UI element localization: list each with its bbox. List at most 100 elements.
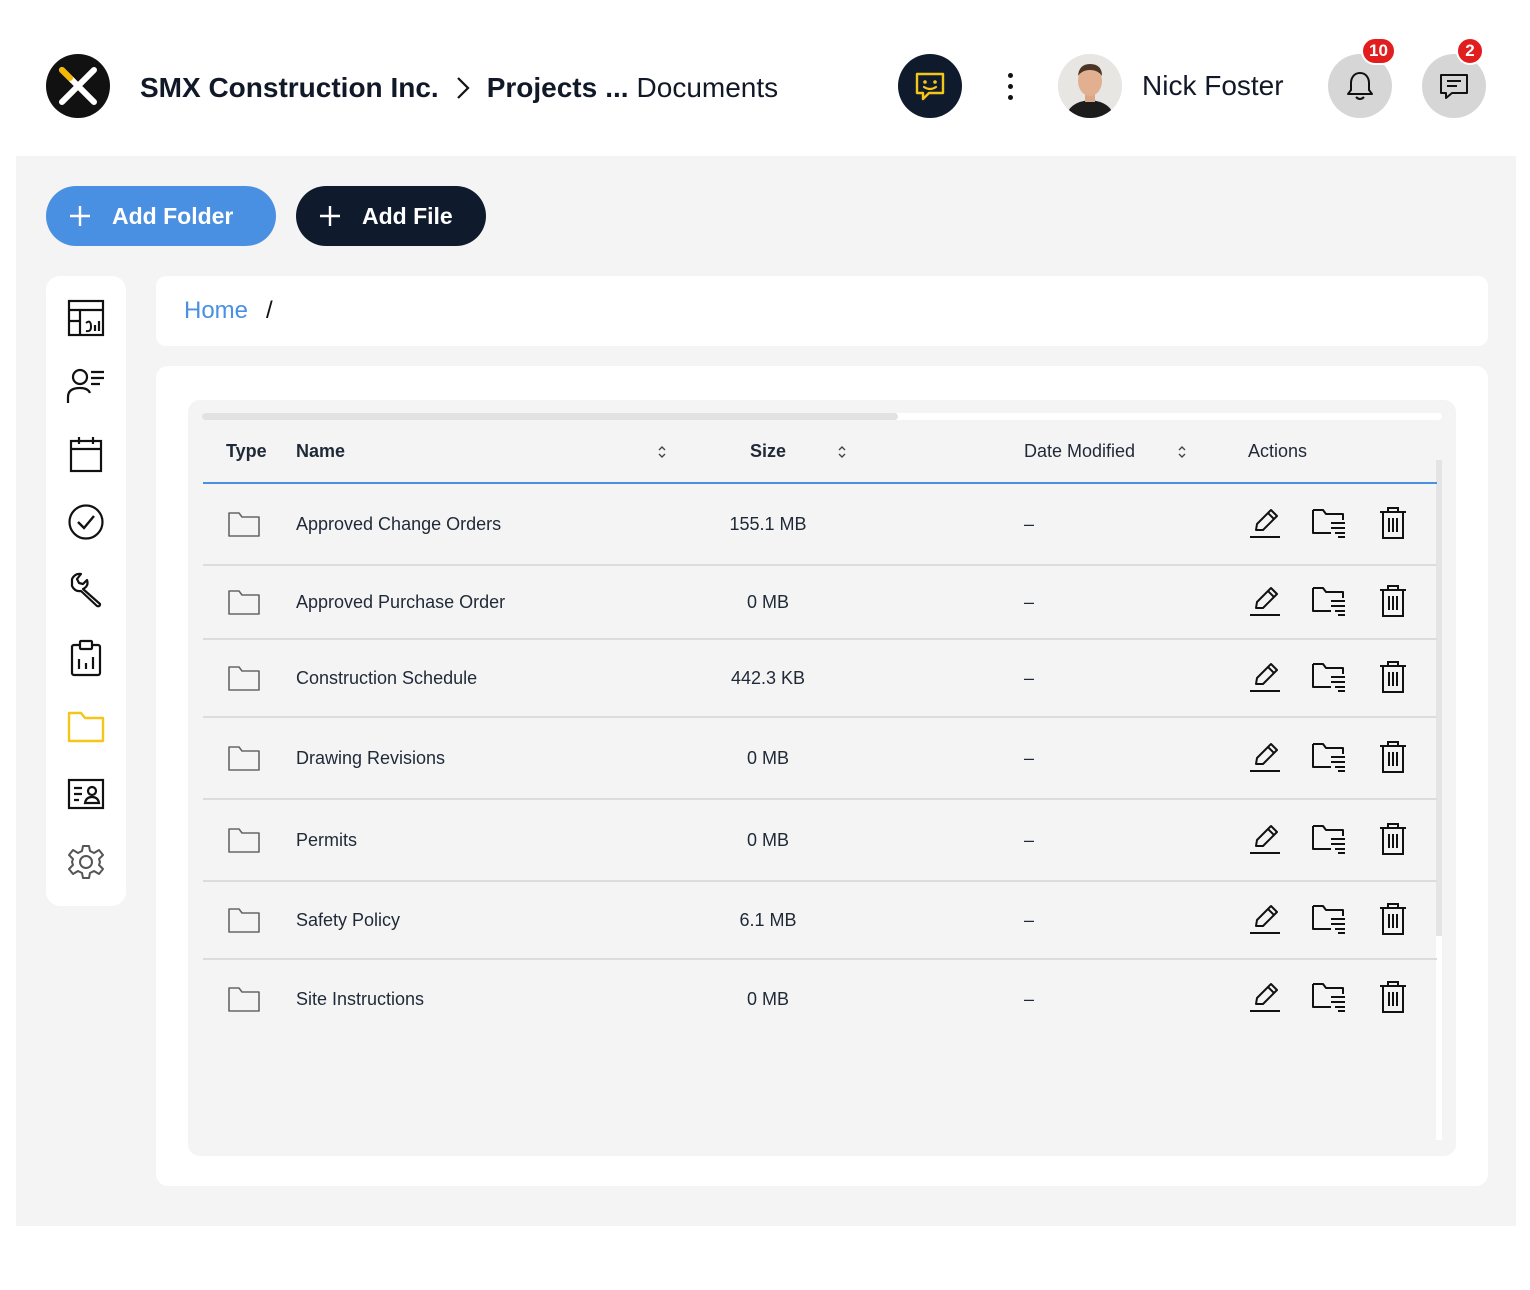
sidebar-nav — [46, 276, 126, 906]
add-folder-label: Add Folder — [112, 202, 234, 229]
avatar[interactable] — [1058, 54, 1122, 118]
table-row[interactable]: Construction Schedule 442.3 KB – — [203, 640, 1437, 718]
column-header-name[interactable]: Name — [296, 420, 345, 482]
bell-icon — [1347, 72, 1373, 100]
more-options-icon[interactable] — [996, 70, 1024, 102]
company-logo[interactable] — [46, 54, 110, 118]
edit-icon[interactable] — [1247, 901, 1283, 937]
sidebar-item-calendar[interactable] — [66, 434, 106, 474]
sidebar-item-contacts[interactable] — [66, 366, 106, 406]
edit-icon[interactable] — [1247, 659, 1283, 695]
breadcrumb-ellipsis[interactable]: ... — [605, 72, 628, 104]
path-home-link[interactable]: Home — [184, 297, 248, 325]
plus-icon — [70, 206, 90, 226]
trash-icon[interactable] — [1375, 901, 1411, 937]
sidebar-item-reports[interactable] — [66, 638, 106, 678]
sidebar-item-tools[interactable] — [66, 570, 106, 610]
sort-date-icon[interactable] — [1176, 444, 1188, 460]
wrench-icon — [70, 572, 102, 608]
breadcrumb-company[interactable]: SMX Construction Inc. — [140, 72, 439, 104]
edit-icon[interactable] — [1247, 739, 1283, 775]
messages-button[interactable] — [1422, 54, 1486, 118]
row-name[interactable]: Drawing Revisions — [296, 718, 445, 798]
column-header-date-modified[interactable]: Date Modified — [1024, 420, 1135, 482]
row-size: 442.3 KB — [730, 667, 806, 688]
row-size: 0 MB — [746, 591, 789, 612]
chevron-right-icon — [439, 76, 487, 100]
row-name[interactable]: Approved Purchase Order — [296, 566, 505, 638]
sidebar-item-dashboard[interactable] — [66, 298, 106, 338]
folder-type-icon — [227, 718, 261, 798]
assistant-button[interactable] — [898, 54, 962, 118]
row-date-modified: – — [1024, 909, 1035, 930]
move-to-folder-icon[interactable] — [1311, 979, 1347, 1015]
documents-card: Type Name Size Date Modified Actions App… — [156, 366, 1488, 1186]
trash-icon[interactable] — [1375, 583, 1411, 619]
folder-icon — [67, 711, 105, 743]
sidebar-item-directory[interactable] — [66, 774, 106, 814]
trash-icon[interactable] — [1375, 979, 1411, 1015]
move-to-folder-icon[interactable] — [1311, 901, 1347, 937]
row-size: 6.1 MB — [739, 909, 797, 930]
gear-icon — [68, 845, 104, 879]
row-size: 0 MB — [746, 988, 789, 1009]
edit-icon[interactable] — [1247, 821, 1283, 857]
breadcrumb-current: Documents — [636, 72, 779, 103]
row-size: 155.1 MB — [729, 513, 807, 534]
edit-icon[interactable] — [1247, 583, 1283, 619]
horizontal-scrollbar-thumb[interactable] — [202, 413, 898, 420]
table-row[interactable]: Drawing Revisions 0 MB – — [203, 718, 1437, 800]
move-to-folder-icon[interactable] — [1311, 821, 1347, 857]
folder-type-icon — [227, 640, 261, 716]
documents-table: Type Name Size Date Modified Actions App… — [188, 400, 1456, 1156]
sidebar-item-tasks[interactable] — [66, 502, 106, 542]
top-header: SMX Construction Inc. Projects ... Docum… — [0, 0, 1530, 156]
move-to-folder-icon[interactable] — [1311, 505, 1347, 541]
trash-icon[interactable] — [1375, 505, 1411, 541]
row-name[interactable]: Approved Change Orders — [296, 484, 501, 564]
breadcrumb-projects[interactable]: Projects — [487, 72, 598, 104]
check-circle-icon — [68, 504, 104, 540]
column-header-size[interactable]: Size — [750, 420, 786, 482]
row-date-modified: – — [1024, 829, 1035, 850]
user-photo-icon — [1058, 54, 1122, 118]
trash-icon[interactable] — [1375, 739, 1411, 775]
sort-size-icon[interactable] — [836, 444, 848, 460]
row-size: 0 MB — [746, 747, 789, 768]
row-name[interactable]: Permits — [296, 800, 357, 880]
clipboard-report-icon — [70, 639, 102, 677]
table-row[interactable]: Approved Change Orders 155.1 MB – — [203, 484, 1437, 566]
trash-icon[interactable] — [1375, 821, 1411, 857]
sidebar-item-settings[interactable] — [66, 842, 106, 882]
move-to-folder-icon[interactable] — [1311, 659, 1347, 695]
table-row[interactable]: Approved Purchase Order 0 MB – — [203, 566, 1437, 640]
move-to-folder-icon[interactable] — [1311, 739, 1347, 775]
table-row[interactable]: Permits 0 MB – — [203, 800, 1437, 882]
row-name[interactable]: Construction Schedule — [296, 640, 477, 716]
row-date-modified: – — [1024, 747, 1035, 768]
user-name[interactable]: Nick Foster — [1142, 70, 1284, 102]
edit-icon[interactable] — [1247, 505, 1283, 541]
table-row[interactable]: Site Instructions 0 MB – — [203, 960, 1437, 1038]
sidebar-item-documents[interactable] — [66, 706, 106, 746]
table-row[interactable]: Safety Policy 6.1 MB – — [203, 882, 1437, 960]
table-header: Type Name Size Date Modified Actions — [203, 420, 1437, 484]
row-name[interactable]: Site Instructions — [296, 960, 424, 1038]
folder-type-icon — [227, 484, 261, 564]
message-icon — [1440, 74, 1468, 99]
column-header-type: Type — [226, 440, 267, 461]
sort-name-icon[interactable] — [656, 444, 668, 460]
row-name[interactable]: Safety Policy — [296, 882, 400, 958]
add-file-button[interactable]: Add File — [296, 186, 486, 246]
header-breadcrumb: SMX Construction Inc. Projects ... Docum… — [140, 68, 778, 108]
path-separator: / — [266, 297, 273, 324]
edit-icon[interactable] — [1247, 979, 1283, 1015]
add-folder-button[interactable]: Add Folder — [46, 186, 276, 246]
id-card-icon — [67, 778, 105, 810]
folder-type-icon — [227, 960, 261, 1038]
plus-icon — [320, 206, 340, 226]
move-to-folder-icon[interactable] — [1311, 583, 1347, 619]
row-date-modified: – — [1024, 513, 1035, 534]
main-area: Add Folder Add File Home / Type Name Siz… — [16, 156, 1516, 1226]
trash-icon[interactable] — [1375, 659, 1411, 695]
